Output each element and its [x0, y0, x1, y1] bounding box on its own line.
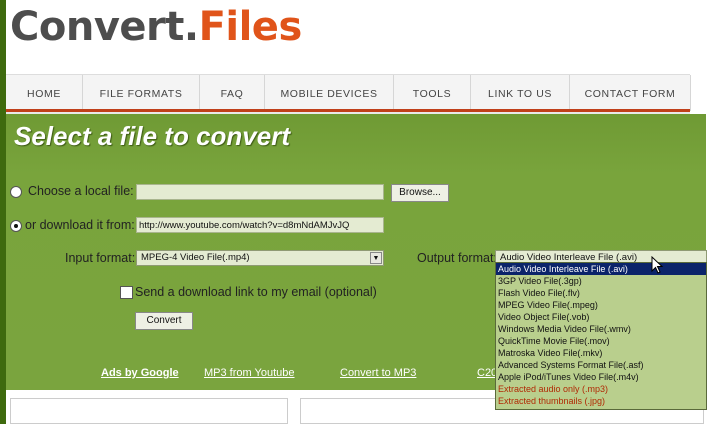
nav-home[interactable]: HOME	[6, 75, 83, 111]
footer-box-left	[10, 398, 288, 424]
download-url-label: or download it from:	[25, 218, 135, 232]
mouse-cursor-icon	[651, 256, 664, 274]
dropdown-option[interactable]: Extracted thumbnails (.jpg)	[496, 395, 706, 407]
dropdown-option[interactable]: Flash Video File(.flv)	[496, 287, 706, 299]
ad-link-convert-mp3[interactable]: Convert to MP3	[340, 367, 416, 379]
dropdown-option[interactable]: Extracted audio only (.mp3)	[496, 383, 706, 395]
nav-mobile-devices[interactable]: MOBILE DEVICES	[265, 75, 394, 111]
nav-faq[interactable]: FAQ	[200, 75, 265, 111]
download-url-radio[interactable]	[10, 220, 22, 232]
nav-file-formats[interactable]: FILE FORMATS	[83, 75, 200, 111]
dropdown-option[interactable]: QuickTime Movie File(.mov)	[496, 335, 706, 347]
input-format-select[interactable]: MPEG-4 Video File(.mp4) ▼	[136, 250, 384, 266]
dropdown-option[interactable]: Video Object File(.vob)	[496, 311, 706, 323]
nav-tools[interactable]: TOOLS	[394, 75, 471, 111]
ads-by-google[interactable]: Ads by Google	[101, 367, 179, 379]
dropdown-option[interactable]: Apple iPod/iTunes Video File(.m4v)	[496, 371, 706, 383]
dropdown-option[interactable]: Advanced Systems Format File(.asf)	[496, 359, 706, 371]
main-nav: HOME FILE FORMATS FAQ MOBILE DEVICES TOO…	[6, 74, 691, 111]
nav-contact-form[interactable]: CONTACT FORM	[570, 75, 691, 111]
download-url-input[interactable]: http://www.youtube.com/watch?v=d8mNdAMJv…	[136, 217, 384, 233]
site-logo[interactable]: Convert.Files	[10, 4, 302, 50]
local-file-radio[interactable]	[10, 186, 22, 198]
dropdown-option[interactable]: Windows Media Video File(.wmv)	[496, 323, 706, 335]
local-file-input[interactable]	[136, 184, 384, 200]
local-file-label: Choose a local file:	[28, 184, 134, 198]
logo-part2: Files	[198, 4, 303, 50]
chevron-down-icon[interactable]: ▼	[370, 252, 382, 264]
convert-button[interactable]: Convert	[135, 312, 193, 330]
page-title: Select a file to convert	[14, 121, 290, 151]
input-format-value: MPEG-4 Video File(.mp4)	[141, 252, 250, 263]
email-link-checkbox[interactable]	[120, 286, 133, 299]
ad-link-mp3-youtube[interactable]: MP3 from Youtube	[204, 367, 295, 379]
nav-link-to-us[interactable]: LINK TO US	[471, 75, 570, 111]
logo-part1: Convert.	[10, 4, 199, 50]
dropdown-option[interactable]: MPEG Video File(.mpeg)	[496, 299, 706, 311]
input-format-label: Input format:	[65, 251, 136, 265]
browse-button[interactable]: Browse...	[391, 184, 449, 202]
output-format-label: Output format:	[417, 251, 497, 265]
dropdown-option[interactable]: 3GP Video File(.3gp)	[496, 275, 706, 287]
dropdown-option[interactable]: Audio Video Interleave File (.avi)	[496, 263, 706, 275]
output-format-dropdown[interactable]: Audio Video Interleave File (.avi) 3GP V…	[495, 262, 707, 410]
email-link-label: Send a download link to my email (option…	[135, 285, 377, 299]
dropdown-option[interactable]: Matroska Video File(.mkv)	[496, 347, 706, 359]
